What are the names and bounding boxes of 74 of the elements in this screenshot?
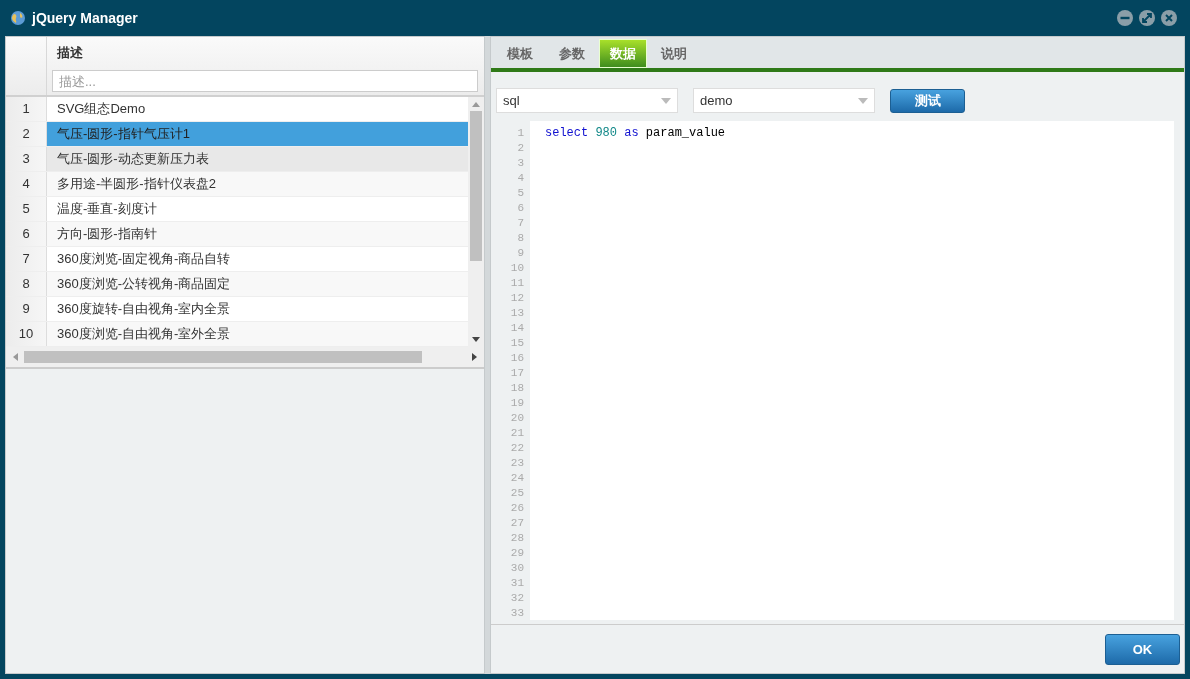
list-item[interactable]: 气压-圆形-动态更新压力表 [47,147,468,171]
list-item[interactable]: 气压-圆形-指针气压计1 [47,122,468,146]
list-item[interactable]: 360度浏览-自由视角-室外全景 [47,322,468,346]
tab[interactable]: 参数 [547,39,597,68]
row-number: 6 [6,222,47,246]
line-number: 31 [509,576,524,591]
code-line: select 980 as param_value [545,126,726,141]
source-select[interactable]: demo [693,88,875,113]
row-number: 10 [6,322,47,346]
line-number: 13 [509,306,524,321]
line-number: 20 [509,411,524,426]
ok-button[interactable]: OK [1105,633,1180,665]
tab[interactable]: 模板 [495,39,545,68]
list-item[interactable]: 方向-圆形-指南针 [47,222,468,246]
type-select[interactable]: sql [496,88,678,113]
scroll-left-icon[interactable] [12,353,18,361]
code-editor[interactable]: 1 2 3 4 5 6 7 8 9 10 11 12 13 14 15 16 17 18 19 20 21 22 23 24 25 26 27 28 29 30 31 32 33 select 980 as param_value [496,121,1174,620]
line-number: 32 [509,591,524,606]
line-number: 4 [516,171,524,186]
globe-icon [10,10,26,26]
scrollbar-thumb[interactable] [24,351,422,363]
line-number: 29 [509,546,524,561]
scroll-up-icon[interactable] [472,101,480,107]
line-number: 7 [516,216,524,231]
line-number: 1 [516,126,524,141]
line-number: 9 [516,246,524,261]
line-number: 14 [509,321,524,336]
line-number: 6 [516,201,524,216]
row-number: 5 [6,197,47,221]
caret-icon [858,97,868,104]
row-number: 9 [6,297,47,321]
scroll-down-icon[interactable] [472,337,480,343]
scroll-right-icon[interactable] [472,353,478,361]
line-number: 3 [516,156,524,171]
column-title: 描述 [56,44,84,62]
line-number: 24 [509,471,524,486]
list-item[interactable]: 多用途-半圆形-指针仪表盘2 [47,172,468,196]
line-number: 15 [509,336,524,351]
row-number: 7 [6,247,47,271]
caret-icon [661,97,671,104]
list-item[interactable]: 360度浏览-公转视角-商品固定 [47,272,468,296]
filter-field[interactable]: 描述... [52,70,478,92]
line-number: 19 [509,396,524,411]
maximize-icon[interactable] [1139,10,1155,26]
line-number: 2 [516,141,524,156]
line-number: 25 [509,486,524,501]
minimize-icon[interactable] [1117,10,1133,26]
line-number: 5 [516,186,524,201]
line-number: 10 [509,261,524,276]
line-number: 23 [509,456,524,471]
row-number: 3 [6,147,47,171]
line-number: 17 [509,366,524,381]
close-icon[interactable] [1161,10,1177,26]
line-number: 12 [509,291,524,306]
vertical-scrollbar[interactable] [468,97,484,347]
line-number: 30 [509,561,524,576]
test-button[interactable]: 测试 [890,88,965,113]
row-number: 4 [6,172,47,196]
line-number: 27 [509,516,524,531]
line-number: 16 [509,351,524,366]
scrollbar-thumb[interactable] [470,111,482,261]
line-number: 26 [509,501,524,516]
line-number: 33 [509,606,524,620]
line-number: 21 [509,426,524,441]
line-number: 11 [509,276,524,291]
line-number: 18 [509,381,524,396]
line-number: 8 [516,231,524,246]
line-number: 22 [509,441,524,456]
row-number: 2 [6,122,47,146]
line-number: 28 [509,531,524,546]
tab[interactable]: 说明 [649,39,699,68]
row-number: 1 [6,97,47,121]
row-number: 8 [6,272,47,296]
window-title: jQuery Manager [32,10,139,26]
